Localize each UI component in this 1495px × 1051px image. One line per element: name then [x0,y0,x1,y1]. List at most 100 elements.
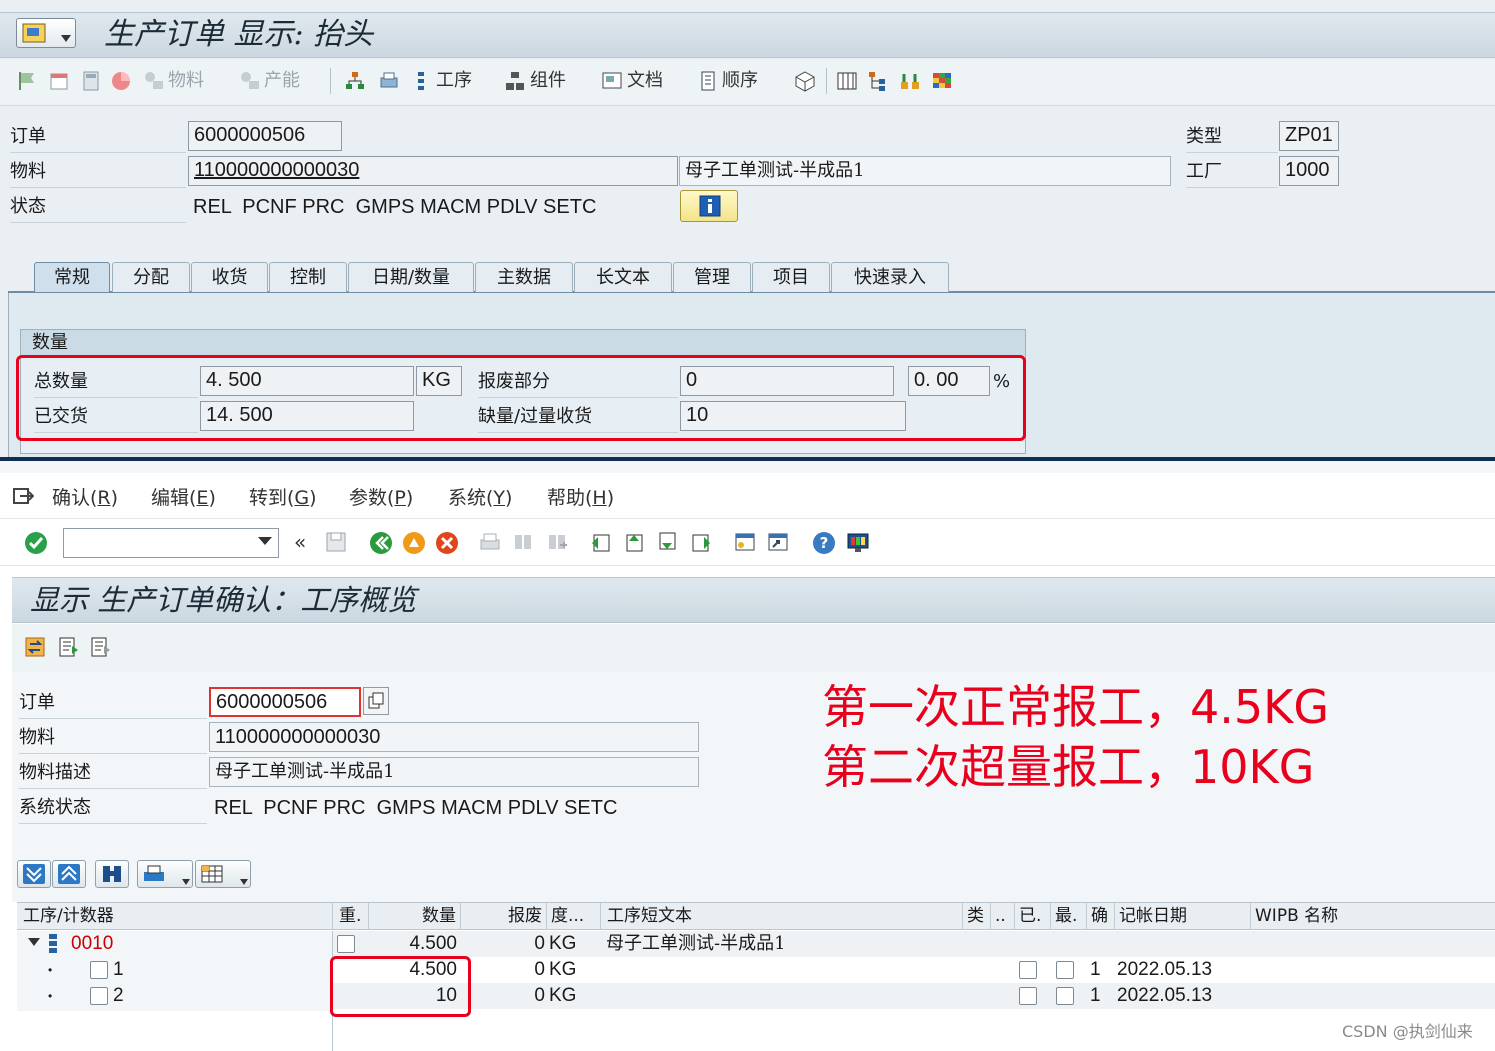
menu-goto[interactable]: 转到(G) [249,482,317,514]
operation-icon[interactable] [410,70,432,92]
find-next-icon[interactable] [546,531,568,553]
col-type[interactable]: 类 [963,903,991,930]
col-rework[interactable]: 重. [335,903,369,930]
tree-icon[interactable] [867,70,889,92]
printer-stack-icon[interactable] [378,70,400,92]
next-page-icon[interactable] [656,531,678,553]
col-last[interactable]: 最. [1051,903,1087,930]
tab-long-text[interactable]: 长文本 [574,262,672,292]
collapse-all-icon [58,864,80,884]
switch-icon[interactable] [24,636,46,658]
print-icon[interactable] [479,531,501,553]
rework-checkbox[interactable] [337,935,355,953]
table-icon[interactable] [836,70,858,92]
tab-control[interactable]: 控制 [269,262,347,292]
tab-general[interactable]: 常规 [34,262,110,292]
layout-icon[interactable] [846,531,870,555]
col-final[interactable]: 已. [1015,903,1051,930]
final-confirm-checkbox[interactable] [1019,961,1037,979]
menu-dropdown-button[interactable] [16,18,76,48]
exit-menu-icon[interactable] [12,486,34,508]
cube-icon[interactable] [794,70,816,92]
first-page-icon[interactable] [590,531,612,553]
material-toolbar-label[interactable]: 物料 [168,66,204,96]
col-confirm[interactable]: 确 [1087,903,1115,930]
find-icon[interactable] [512,531,534,553]
collapse-icon[interactable]: « [294,528,306,556]
shortcut-icon[interactable] [767,531,789,553]
cancel-icon[interactable] [435,531,459,555]
save-icon[interactable] [325,531,347,553]
sequence-toolbar-label[interactable]: 顺序 [722,66,758,96]
previous-page-icon[interactable] [623,531,645,553]
counter-number[interactable]: 2 [113,983,124,1009]
command-field[interactable] [63,528,279,558]
last-confirm-checkbox[interactable] [1056,987,1074,1005]
calculator-icon[interactable] [80,70,102,92]
check-icon[interactable] [24,531,48,555]
last-page-icon[interactable] [689,531,711,553]
back-icon[interactable] [369,531,393,555]
status-info-button[interactable] [680,190,738,222]
col-posting-date[interactable]: 记帐日期 [1115,903,1251,930]
menu-help[interactable]: 帮助(H) [547,482,614,514]
col-dots[interactable]: .. [991,903,1015,930]
tab-dates-quantities[interactable]: 日期/数量 [348,262,474,292]
col-scrap[interactable]: 报废 [461,903,547,930]
tree-collapse-icon[interactable] [28,937,40,947]
document-toolbar-label[interactable]: 文档 [627,66,663,96]
detail-doc-icon[interactable] [89,636,111,658]
row-select-checkbox[interactable] [90,987,108,1005]
menu-edit[interactable]: 编辑(E) [151,482,216,514]
print-button[interactable] [137,860,193,888]
material-icon[interactable] [143,70,165,92]
final-confirm-checkbox[interactable] [1019,987,1037,1005]
expand-all-button[interactable] [17,860,51,888]
tab-goods-receipt[interactable]: 收货 [191,262,268,292]
operation-toolbar-label[interactable]: 工序 [436,66,472,96]
plant-field[interactable]: 1000 [1279,156,1339,186]
capacity-icon[interactable] [239,70,261,92]
tab-project[interactable]: 项目 [752,262,830,292]
material-field[interactable]: 110000000000030 [188,156,678,186]
menu-system[interactable]: 系统(Y) [448,482,512,514]
order-field[interactable]: 6000000506 [188,121,342,151]
sequence-icon[interactable] [697,70,719,92]
exit-icon[interactable] [402,531,426,555]
col-unit[interactable]: 度... [547,903,601,930]
component-toolbar-label[interactable]: 组件 [530,66,566,96]
flag-icon[interactable] [16,70,38,92]
hierarchy-icon[interactable] [344,70,366,92]
col-operation-text[interactable]: 工序短文本 [603,903,963,930]
operation-number[interactable]: 0010 [71,931,113,957]
type-field[interactable]: ZP01 [1279,121,1339,151]
layout-button[interactable] [195,860,251,888]
calendar-icon[interactable] [48,70,70,92]
network-icon[interactable] [899,70,921,92]
row-select-checkbox[interactable] [90,961,108,979]
copy-button[interactable] [363,687,389,715]
order-field[interactable]: 6000000506 [209,687,361,717]
counter-number[interactable]: 1 [113,957,124,983]
col-quantity[interactable]: 数量 [369,903,461,930]
collapse-all-button[interactable] [52,860,86,888]
component-icon[interactable] [504,70,526,92]
menu-confirm[interactable]: 确认(R) [52,482,118,514]
col-operation-counter[interactable]: 工序/计数器 [19,903,333,930]
tab-assignment[interactable]: 分配 [112,262,190,292]
tab-quick-entry[interactable]: 快速录入 [831,262,949,292]
col-wipb-name[interactable]: WIPB 名称 [1251,903,1495,930]
menu-settings[interactable]: 参数(P) [349,482,413,514]
pie-icon[interactable] [110,70,132,92]
find-button[interactable] [95,860,129,888]
grid-color-icon[interactable] [931,70,953,92]
detail-icon[interactable] [57,636,79,658]
document-icon[interactable] [601,70,623,92]
tab-master-data[interactable]: 主数据 [475,262,573,292]
new-session-icon[interactable] [734,531,756,553]
capacity-toolbar-label[interactable]: 产能 [264,66,300,96]
last-confirm-checkbox[interactable] [1056,961,1074,979]
tab-administration[interactable]: 管理 [673,262,751,292]
help-icon[interactable]: ? [812,531,836,555]
chevron-down-icon[interactable] [258,537,272,547]
